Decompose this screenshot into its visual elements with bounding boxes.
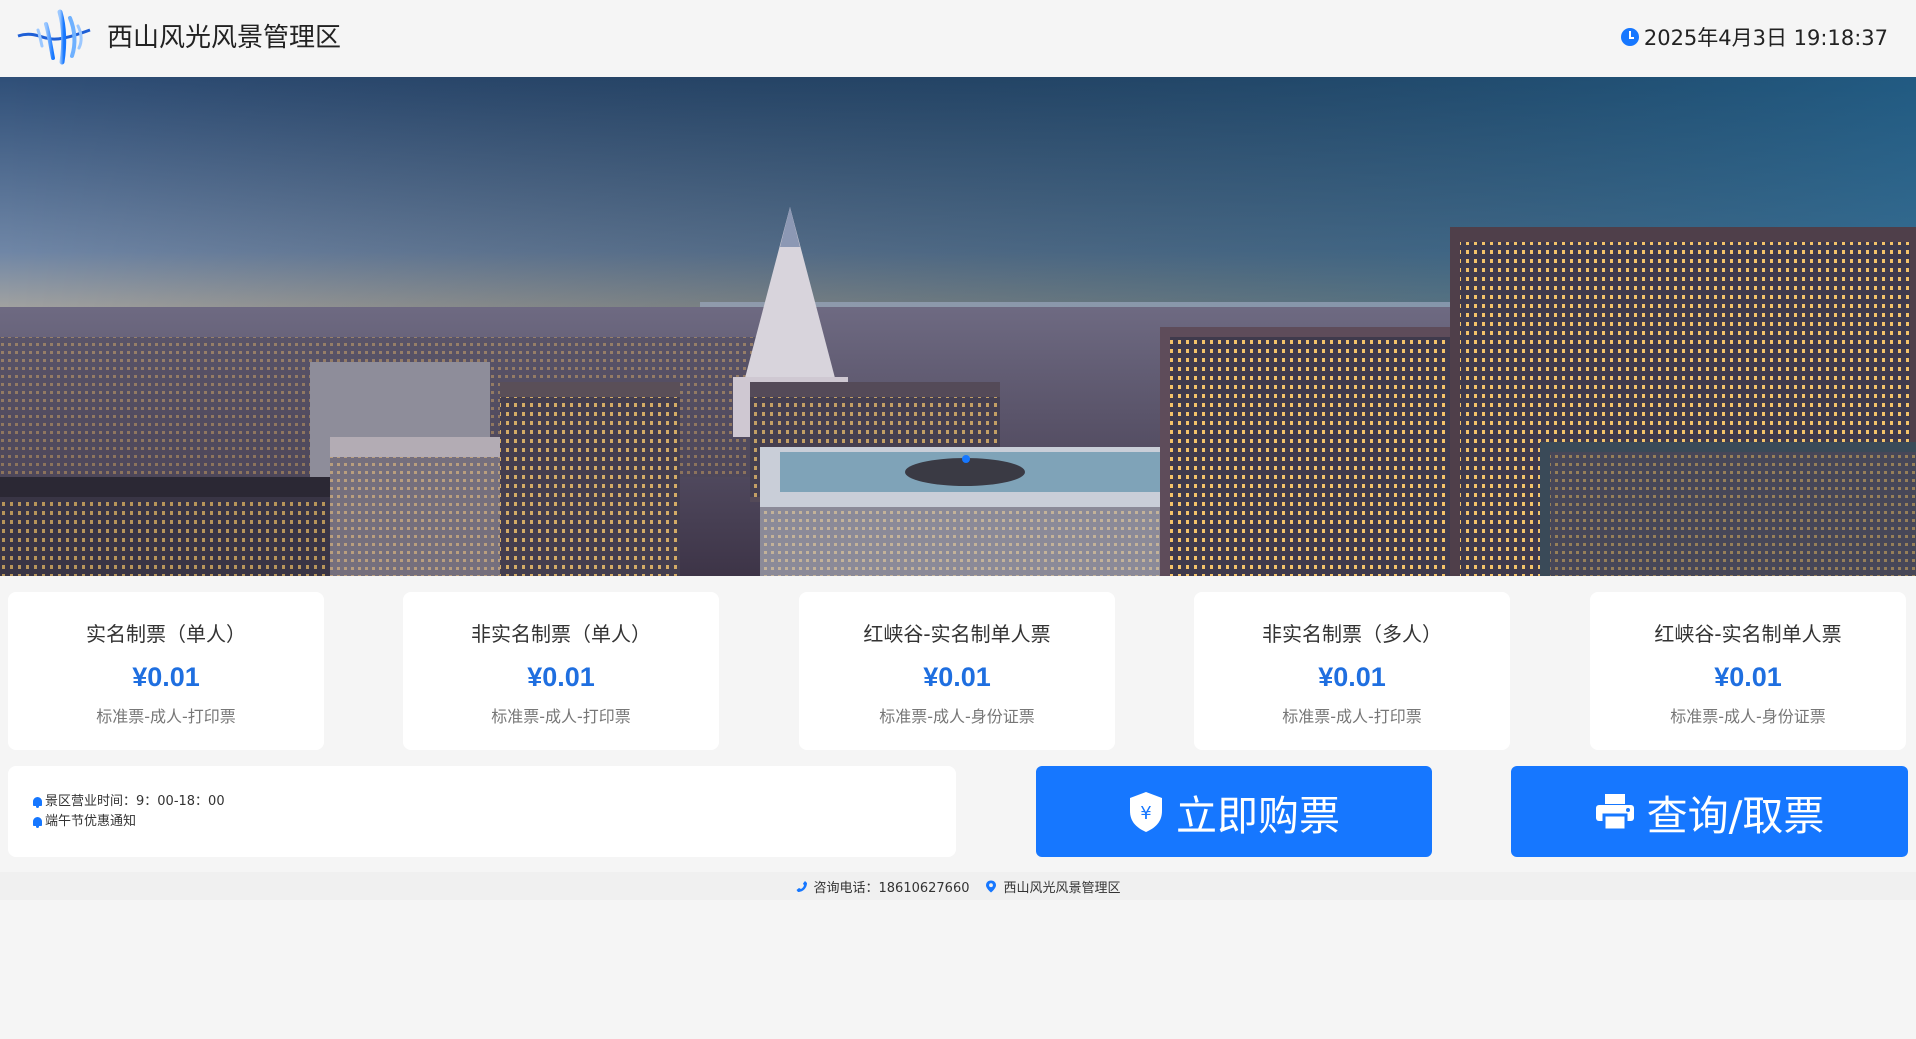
site-title: 西山风光风景管理区 (107, 23, 342, 53)
logo (17, 9, 91, 65)
ticket-card[interactable]: 非实名制票（多人） ¥0.01 标准票-成人-打印票 (1194, 592, 1510, 750)
ticket-list: 实名制票（单人） ¥0.01 标准票-成人-打印票 非实名制票（单人） ¥0.0… (8, 592, 1908, 750)
ticket-card[interactable]: 红峡谷-实名制单人票 ¥0.01 标准票-成人-身份证票 (799, 592, 1115, 750)
ticket-name: 红峡谷-实名制单人票 (1654, 622, 1842, 646)
ticket-price: ¥0.01 (1714, 662, 1782, 692)
notice-item[interactable]: 景区营业时间：9：00-18：00 (32, 792, 956, 812)
ticket-price: ¥0.01 (1318, 662, 1386, 692)
buy-ticket-label: 立即购票 (1176, 791, 1340, 840)
banner-carousel[interactable] (0, 77, 1916, 576)
ticket-name: 非实名制票（多人） (1262, 622, 1442, 646)
ticket-name: 实名制票（单人） (86, 622, 246, 646)
datetime: 2025年4月3日 19:18:37 (1620, 22, 1888, 52)
datetime-text: 2025年4月3日 19:18:37 (1643, 26, 1888, 50)
ticket-name: 红峡谷-实名制单人票 (863, 622, 1051, 646)
ticket-card[interactable]: 红峡谷-实名制单人票 ¥0.01 标准票-成人-身份证票 (1590, 592, 1906, 750)
bell-icon (32, 816, 43, 828)
ticket-desc: 标准票-成人-打印票 (491, 707, 631, 726)
banner-image (0, 77, 1916, 576)
notice-text: 端午节优惠通知 (45, 814, 137, 829)
ticket-desc: 标准票-成人-身份证票 (879, 707, 1035, 726)
ticket-price: ¥0.01 (132, 662, 200, 692)
buy-ticket-button[interactable]: ¥ 立即购票 (1036, 766, 1432, 857)
shield-yen-icon: ¥ (1130, 791, 1162, 832)
query-ticket-label: 查询/取票 (1646, 791, 1825, 840)
notice-item[interactable]: 端午节优惠通知 (32, 812, 956, 832)
ticket-card[interactable]: 实名制票（单人） ¥0.01 标准票-成人-打印票 (8, 592, 324, 750)
query-ticket-button[interactable]: 查询/取票 (1511, 766, 1908, 857)
clock-icon (1620, 28, 1639, 46)
phone-icon (796, 880, 807, 892)
ticket-name: 非实名制票（单人） (471, 622, 651, 646)
ticket-desc: 标准票-成人-身份证票 (1670, 707, 1826, 726)
notice-text: 景区营业时间：9：00-18：00 (45, 794, 225, 809)
printer-icon (1595, 793, 1634, 831)
footer: 咨询电话：18610627660 西山风光风景管理区 (0, 872, 1916, 900)
ticket-desc: 标准票-成人-打印票 (1282, 707, 1422, 726)
footer-address: 西山风光风景管理区 (1003, 880, 1121, 896)
footer-phone: 咨询电话：18610627660 (813, 880, 970, 896)
carousel-dot (962, 455, 970, 463)
ticket-price: ¥0.01 (923, 662, 991, 692)
svg-text:¥: ¥ (1140, 803, 1151, 824)
header: 西山风光风景管理区 2025年4月3日 19:18:37 (0, 0, 1916, 77)
ticket-price: ¥0.01 (527, 662, 595, 692)
ticket-card[interactable]: 非实名制票（单人） ¥0.01 标准票-成人-打印票 (403, 592, 719, 750)
location-pin-icon (986, 880, 997, 892)
ticket-desc: 标准票-成人-打印票 (96, 707, 236, 726)
bell-icon (32, 796, 43, 808)
notice-panel: 景区营业时间：9：00-18：00 端午节优惠通知 (8, 766, 956, 857)
